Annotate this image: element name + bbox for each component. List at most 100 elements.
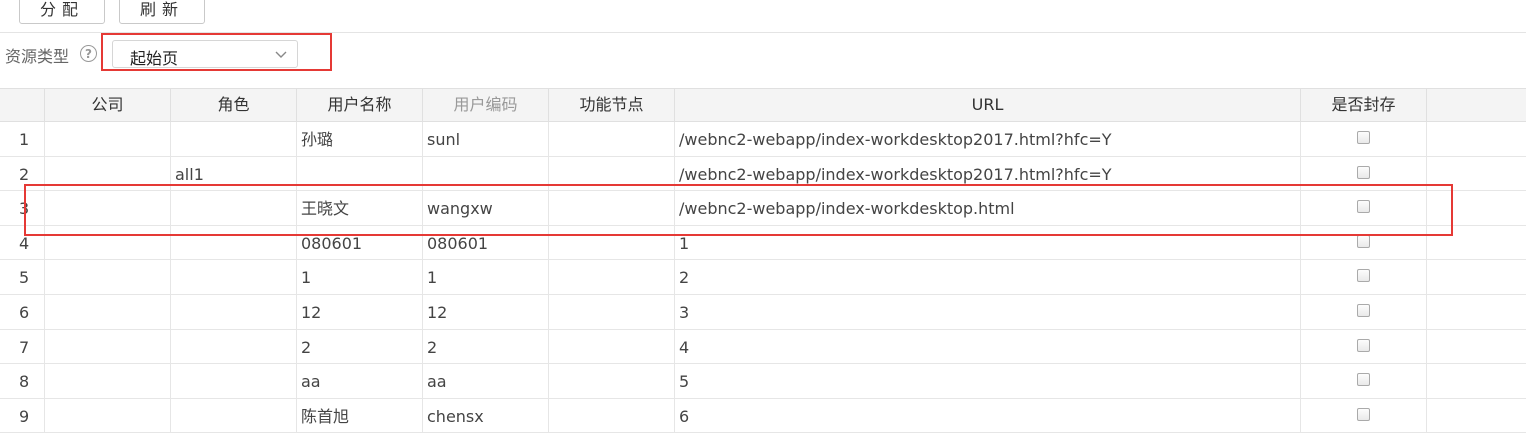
row-filler [1427,191,1526,225]
cell-user-code[interactable]: 080601 [423,225,549,260]
refresh-button[interactable]: 刷新 [119,0,205,24]
table-row[interactable]: 3 王晓文 wangxw/webnc2-webapp/index-workdeskt… [0,191,1526,226]
cell-node[interactable] [549,329,675,364]
cell-node[interactable] [549,398,675,433]
sealed-checkbox[interactable] [1357,131,1370,144]
row-filler [1427,226,1526,260]
cell-company[interactable] [45,364,171,398]
header-filler [1427,89,1526,121]
cell-idx: 9 [0,398,45,433]
sealed-checkbox[interactable] [1357,303,1370,317]
grid-body: 1 孙璐 sunl/webnc2-webapp/index-workdesktop2… [0,122,1526,434]
sealed-checkbox[interactable] [1357,373,1370,387]
table-row[interactable]: 1 孙璐 sunl/webnc2-webapp/index-workdesktop2… [0,122,1526,157]
cell-idx: 5 [0,260,45,294]
cell-role[interactable] [171,225,297,260]
cell-url[interactable]: 6 [675,398,1301,433]
cell-user-name[interactable]: 12 [297,294,423,329]
column-header-5[interactable]: 功能节点 [549,89,675,121]
cell-company[interactable] [45,329,171,364]
cell-user-name[interactable]: 陈首旭 [297,398,423,433]
row-filler [1427,399,1526,433]
cell-idx: 6 [0,294,45,329]
sealed-checkbox[interactable] [1357,234,1370,248]
table-row[interactable]: 9 陈首旭 chensx 6 [0,398,1526,434]
cell-url[interactable]: 1 [675,225,1301,260]
sealed-checkbox[interactable] [1357,269,1370,283]
cell-url[interactable]: /webnc2-webapp/index-workdesktop2017.htm… [675,122,1301,156]
cell-user-code[interactable] [423,156,549,191]
help-icon[interactable]: ? [80,45,97,62]
sealed-checkbox[interactable] [1357,338,1370,352]
cell-node[interactable] [549,122,675,156]
cell-user-code[interactable]: sunl [423,122,549,156]
cell-user-name[interactable]: 孙璐 [297,122,423,156]
cell-url[interactable]: /webnc2-webapp/index-workdesktop.html [675,191,1301,225]
column-header-4[interactable]: 用户编码 [423,89,549,121]
resource-type-label: 资源类型 [5,47,70,66]
cell-user-name[interactable]: 王晓文 [297,191,423,225]
cell-sealed [1301,122,1427,156]
column-header-2[interactable]: 角色 [171,89,297,121]
column-header-3[interactable]: 用户名称 [297,89,423,121]
cell-company[interactable] [45,191,171,225]
table-row[interactable]: 6 12 12 3 [0,294,1526,330]
cell-idx: 4 [0,225,45,260]
cell-user-code[interactable]: 12 [423,294,549,329]
cell-role[interactable] [171,329,297,364]
cell-user-name[interactable]: 2 [297,329,423,364]
cell-node[interactable] [549,225,675,260]
cell-role[interactable] [171,364,297,398]
sealed-checkbox[interactable] [1357,407,1370,421]
cell-user-name[interactable]: aa [297,364,423,398]
cell-node[interactable] [549,294,675,329]
cell-user-name[interactable] [297,156,423,191]
sealed-checkbox[interactable] [1357,165,1370,179]
cell-sealed [1301,191,1427,225]
cell-idx: 2 [0,156,45,191]
cell-user-code[interactable]: 1 [423,260,549,294]
cell-url[interactable]: 4 [675,329,1301,364]
cell-company[interactable] [45,260,171,294]
cell-url[interactable]: 3 [675,294,1301,329]
column-header-6[interactable]: URL [675,89,1301,121]
cell-role[interactable] [171,260,297,294]
cell-company[interactable] [45,122,171,156]
cell-user-code[interactable]: wangxw [423,191,549,225]
cell-node[interactable] [549,191,675,225]
row-filler [1427,157,1526,191]
cell-role[interactable] [171,191,297,225]
table-row[interactable]: 7 22 4 [0,329,1526,365]
cell-user-code[interactable]: aa [423,364,549,398]
cell-node[interactable] [549,156,675,191]
cell-sealed [1301,398,1427,433]
table-row[interactable]: 5 11 2 [0,260,1526,295]
cell-role[interactable] [171,294,297,329]
cell-company[interactable] [45,294,171,329]
column-header-7[interactable]: 是否封存 [1301,89,1427,121]
cell-user-code[interactable]: chensx [423,398,549,433]
table-row[interactable]: 2 all1/webnc2-webapp/index-workdesktop201… [0,156,1526,192]
row-filler [1427,122,1526,156]
cell-url[interactable]: 5 [675,364,1301,398]
cell-node[interactable] [549,364,675,398]
cell-company[interactable] [45,398,171,433]
assign-button[interactable]: 分配 [19,0,105,24]
cell-sealed [1301,225,1427,260]
column-header-1[interactable]: 公司 [45,89,171,121]
cell-role[interactable]: all1 [171,156,297,191]
cell-user-name[interactable]: 080601 [297,225,423,260]
cell-user-name[interactable]: 1 [297,260,423,294]
cell-url[interactable]: 2 [675,260,1301,294]
cell-role[interactable] [171,122,297,156]
cell-company[interactable] [45,156,171,191]
cell-company[interactable] [45,225,171,260]
table-row[interactable]: 4 080601 080601 1 [0,225,1526,261]
cell-url[interactable]: /webnc2-webapp/index-workdesktop2017.htm… [675,156,1301,191]
sealed-checkbox[interactable] [1357,200,1370,214]
cell-node[interactable] [549,260,675,294]
cell-role[interactable] [171,398,297,433]
cell-user-code[interactable]: 2 [423,329,549,364]
table-row[interactable]: 8 aa aa 5 [0,364,1526,399]
row-filler [1427,364,1526,398]
